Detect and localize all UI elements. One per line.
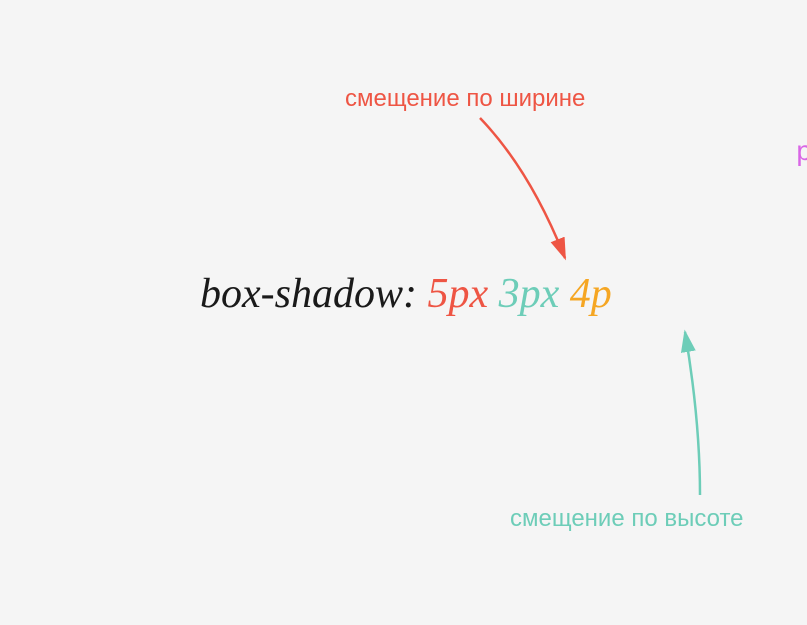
css-declaration: box-shadow: 5px 3px 4p (200, 270, 612, 318)
css-value-1: 5px (427, 271, 488, 317)
css-value-3: 4p (570, 271, 612, 317)
css-property: box-shadow: (200, 271, 417, 317)
height-offset-label: смещение по высоте (510, 505, 744, 533)
width-offset-label: смещение по ширине (345, 85, 585, 113)
arrow-to-5px (480, 118, 565, 258)
css-value-2: 3px (499, 271, 560, 317)
partial-text-right: р (796, 135, 807, 167)
arrow-to-3px (685, 332, 700, 495)
